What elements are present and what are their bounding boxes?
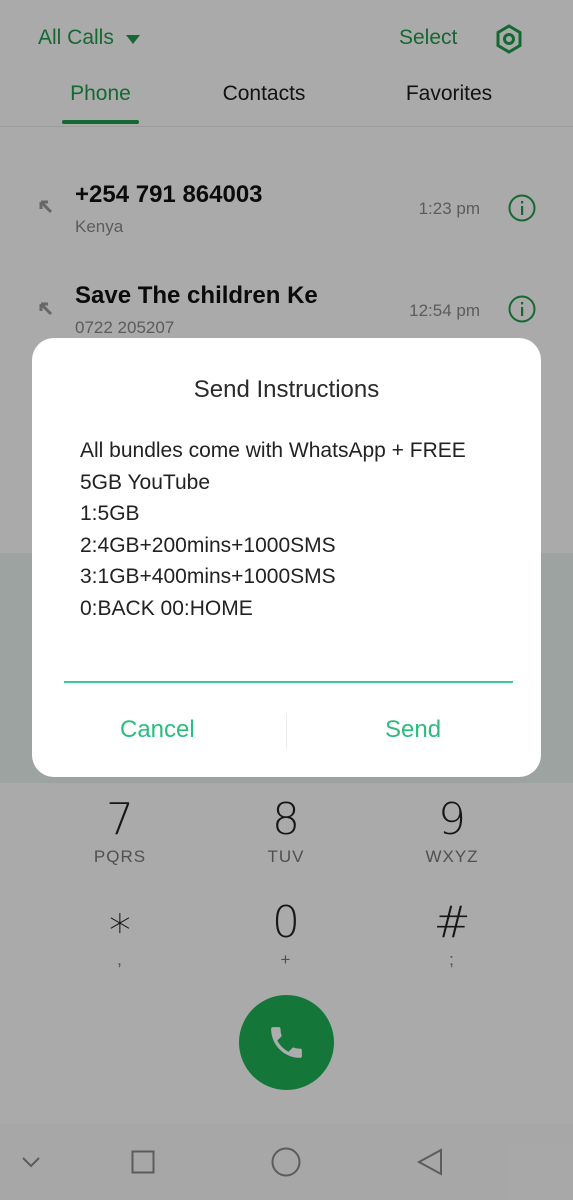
dialer-screen: All Calls Select Phone Contacts Favorite…	[0, 0, 573, 1200]
message-line: All bundles come with WhatsApp + FREE	[80, 439, 466, 462]
dialog-message: All bundles come with WhatsApp + FREE 5G…	[80, 435, 500, 624]
button-divider	[286, 713, 287, 749]
message-line: 0:BACK 00:HOME	[80, 596, 253, 620]
cancel-button[interactable]: Cancel	[120, 716, 195, 744]
message-line: 5GB YouTube	[80, 470, 210, 494]
ussd-dialog: Send Instructions All bundles come with …	[32, 338, 541, 777]
message-line: 3:1GB+400mins+1000SMS	[80, 565, 336, 588]
message-line: 1:5GB	[80, 502, 140, 525]
send-button[interactable]: Send	[385, 716, 441, 744]
message-line: 2:4GB+200mins+1000SMS	[80, 533, 336, 557]
dialog-title: Send Instructions	[193, 376, 380, 403]
reply-input[interactable]	[64, 643, 513, 683]
